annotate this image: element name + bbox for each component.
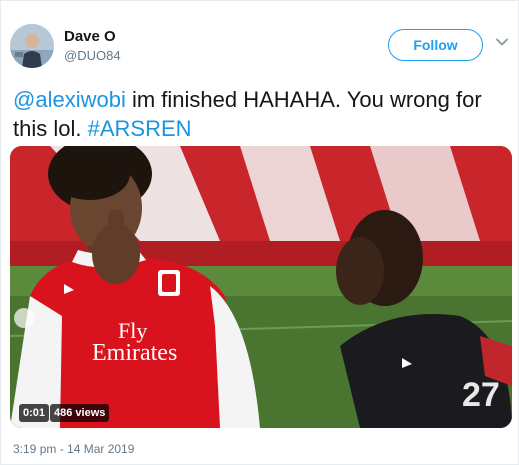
user-handle[interactable]: @DUO84: [64, 48, 121, 63]
video-frame: Fly Emirates 27: [10, 146, 512, 428]
tweet-text: @alexiwobi im finished HAHAHA. You wrong…: [13, 85, 509, 143]
chevron-down-icon[interactable]: [495, 35, 509, 49]
avatar-image: [10, 24, 54, 68]
tweet-timestamp[interactable]: 3:19 pm - 14 Mar 2019: [13, 442, 134, 456]
hashtag-link[interactable]: #ARSREN: [88, 116, 192, 141]
kit-sponsor-line2: Emirates: [92, 340, 177, 366]
video-elapsed-badge: 0:01: [19, 404, 50, 422]
follow-button[interactable]: Follow: [388, 29, 483, 61]
video-player[interactable]: Fly Emirates 27: [10, 146, 512, 428]
user-display-name[interactable]: Dave O: [64, 28, 116, 45]
tweet-card: Dave O @DUO84 Follow @alexiwobi im finis…: [0, 0, 519, 465]
video-views-badge: 486 views: [50, 404, 110, 422]
mention-link[interactable]: @alexiwobi: [13, 87, 126, 112]
avatar[interactable]: [10, 24, 54, 68]
opponent-shirt-number: 27: [462, 376, 500, 414]
